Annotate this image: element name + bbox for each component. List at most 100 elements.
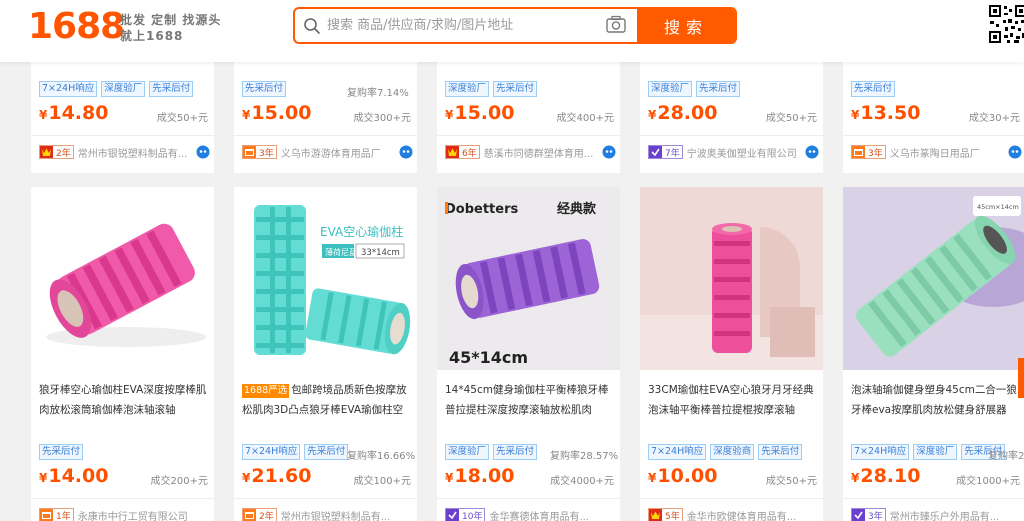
supplier-name[interactable]: 慈溪市同德群塑体育用... — [484, 145, 600, 160]
service-tag: 深度验商 — [710, 444, 755, 460]
price-line: ¥18.00 成交4000+元 — [445, 465, 614, 490]
strict-selection-badge: 1688严选 — [242, 384, 290, 398]
camera-icon[interactable] — [605, 15, 627, 35]
sales-volume: 成交200+元 — [150, 476, 208, 487]
shop-years-badge: 10年 — [445, 508, 486, 521]
service-tags: 先采后付 — [851, 81, 896, 97]
supplier-row[interactable]: 10年 金华赛德体育用品有... — [445, 507, 616, 521]
service-tag: 先采后付 — [493, 444, 538, 460]
price-line: ¥28.00 成交50+元 — [648, 102, 817, 127]
service-tag: 先采后付 — [39, 444, 84, 460]
chat-icon[interactable] — [602, 145, 616, 159]
product-title[interactable]: 33CM瑜伽柱EVA空心狼牙月牙经典泡沫轴平衡棒普拉提棍按摩滚轴 — [648, 380, 817, 422]
verified-shield-icon — [446, 509, 459, 521]
chat-icon[interactable] — [805, 145, 819, 159]
shop-icon — [40, 509, 53, 521]
supplier-row[interactable]: 3年 义乌市游游体育用品厂 — [242, 144, 413, 160]
price-line: ¥15.00 成交300+元 — [242, 102, 411, 127]
foam-roller-image: 45cm×14cm — [843, 187, 1024, 370]
divider — [31, 135, 214, 136]
shop-years-badge: 7年 — [648, 145, 683, 159]
supplier-name[interactable]: 常州市臻乐户外用品有... — [890, 508, 1022, 521]
supplier-name[interactable]: 义乌市篆陶日用品厂 — [890, 145, 1006, 160]
sales-volume: 成交30+元 — [968, 113, 1020, 124]
repurchase-rate: 复购率16.66% — [347, 451, 416, 462]
crown-icon — [649, 509, 662, 521]
product-image[interactable]: 45cm×14cm — [843, 187, 1024, 370]
price: ¥15.00 — [242, 102, 312, 124]
shop-years-badge: 6年 — [445, 145, 480, 159]
search-input[interactable] — [327, 9, 597, 42]
supplier-row[interactable]: 7年 宁波奥美伽塑业有限公司 — [648, 144, 819, 160]
price: ¥21.60 — [242, 465, 312, 487]
product-card[interactable]: 狼牙棒空心瑜伽柱EVA深度按摩棒肌肉放松滚筒瑜伽棒泡沫轴滚轴 先采后付 ¥14.… — [31, 187, 214, 521]
service-tag: 7×24H响应 — [39, 81, 98, 97]
divider — [234, 135, 417, 136]
product-card[interactable]: 33CM瑜伽柱EVA空心狼牙月牙经典泡沫轴平衡棒普拉提棍按摩滚轴 7×24H响应… — [640, 187, 823, 521]
price: ¥18.00 — [445, 465, 515, 487]
product-title[interactable]: 14*45cm健身瑜伽柱平衡棒狼牙棒普拉提柱深度按摩滚轴放松肌肉 — [445, 380, 614, 422]
price-line: ¥14.00 成交200+元 — [39, 465, 208, 490]
product-image[interactable] — [31, 187, 214, 370]
search-icon — [304, 18, 320, 34]
supplier-name[interactable]: 金华赛德体育用品有... — [489, 508, 616, 521]
supplier-row[interactable]: 3年 常州市臻乐户外用品有... — [851, 507, 1022, 521]
service-tag: 深度验厂 — [445, 444, 490, 460]
product-title[interactable]: 泡沫轴瑜伽健身塑身45cm二合一狼牙棒eva按摩肌肉放松健身舒展器 — [851, 380, 1020, 422]
floating-side-tab[interactable] — [1018, 358, 1024, 398]
search-button[interactable]: 搜索 — [637, 9, 735, 42]
service-tag: 7×24H响应 — [648, 444, 707, 460]
supplier-name[interactable]: 义乌市游游体育用品厂 — [281, 145, 397, 160]
product-image[interactable]: EVA空心瑜伽柱 薄荷尼蓝 33*14cm — [234, 187, 417, 370]
supplier-row[interactable]: 2年 常州市银锐塑料制品有... — [242, 507, 413, 521]
product-card[interactable]: 45cm×14cm 泡沫轴瑜伽健身塑身45cm二合一狼牙棒eva按摩肌肉放松健身… — [843, 187, 1024, 521]
supplier-row[interactable]: 6年 慈溪市同德群塑体育用... — [445, 144, 616, 160]
divider — [437, 135, 620, 136]
image-caption: 33*14cm — [361, 248, 400, 258]
service-tag: 先采后付 — [696, 81, 741, 97]
service-tag: 7×24H响应 — [242, 444, 301, 460]
supplier-row[interactable]: 5年 金华市欧健体育用品有... — [648, 507, 819, 521]
price: ¥15.00 — [445, 102, 515, 124]
service-tags: 深度验厂 先采后付 — [445, 444, 538, 460]
supplier-name[interactable]: 金华市欧健体育用品有... — [687, 508, 819, 521]
chat-icon[interactable] — [1008, 145, 1022, 159]
service-tags: 深度验厂 先采后付 — [445, 81, 538, 97]
price: ¥28.00 — [648, 102, 718, 124]
price: ¥13.50 — [851, 102, 921, 124]
supplier-name[interactable]: 常州市银锐塑料制品有... — [281, 508, 413, 521]
divider — [31, 498, 214, 499]
supplier-row[interactable]: 2年 常州市银锐塑料制品有... — [39, 144, 210, 160]
logo-tagline: 批发 定制 找源头 — [120, 13, 222, 27]
brand-logo: Dobetters — [445, 202, 519, 217]
product-image[interactable] — [640, 187, 823, 370]
divider — [640, 135, 823, 136]
price: ¥28.10 — [851, 465, 921, 487]
product-card[interactable]: EVA空心瑜伽柱 薄荷尼蓝 33*14cm 1688严选 包邮跨境品质新色按摩放松… — [234, 187, 417, 521]
supplier-row[interactable]: 3年 义乌市篆陶日用品厂 — [851, 144, 1022, 160]
sales-volume: 成交50+元 — [765, 113, 817, 124]
product-title[interactable]: 狼牙棒空心瑜伽柱EVA深度按摩棒肌肉放松滚筒瑜伽棒泡沫轴滚轴 — [39, 380, 208, 422]
product-card[interactable]: Dobetters 经典款 45*14cm 14*45cm健身瑜伽柱平衡棒狼牙棒… — [437, 187, 620, 521]
service-tag: 深度验厂 — [648, 81, 693, 97]
shop-years-badge: 2年 — [242, 508, 277, 521]
qr-code-icon[interactable] — [988, 4, 1024, 44]
price-line: ¥21.60 成交100+元 — [242, 465, 411, 490]
chat-icon[interactable] — [399, 145, 413, 159]
chat-icon[interactable] — [196, 145, 210, 159]
supplier-name[interactable]: 常州市银锐塑料制品有... — [78, 145, 194, 160]
product-image[interactable]: Dobetters 经典款 45*14cm — [437, 187, 620, 370]
supplier-name[interactable]: 永康市中行工贸有限公司 — [78, 508, 210, 521]
price: ¥14.00 — [39, 465, 109, 487]
product-title[interactable]: 1688严选包邮跨境品质新色按摩放松肌肉3D凸点狼牙棒EVA瑜伽柱空心 — [242, 380, 411, 422]
divider — [843, 498, 1024, 499]
service-tags: 7×24H响应 深度验厂 先采后付 — [851, 444, 1006, 460]
supplier-name[interactable]: 宁波奥美伽塑业有限公司 — [687, 145, 803, 160]
crown-icon — [40, 146, 53, 158]
supplier-row[interactable]: 1年 永康市中行工贸有限公司 — [39, 507, 210, 521]
repurchase-rate: 复购率7.14% — [347, 88, 409, 99]
logo-1688[interactable]: 1688 — [28, 6, 125, 48]
service-tag: 深度验厂 — [101, 81, 146, 97]
price-line: ¥10.00 成交50+元 — [648, 465, 817, 490]
sales-volume: 成交50+元 — [156, 113, 208, 124]
